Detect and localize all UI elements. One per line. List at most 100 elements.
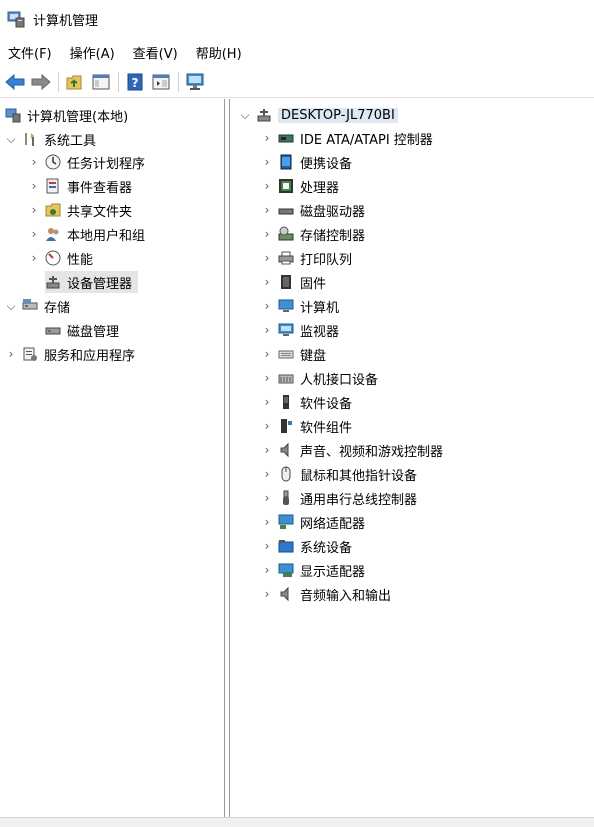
device-category[interactable]: › 便携设备 <box>260 151 352 173</box>
device-category[interactable]: › 固件 <box>260 271 326 293</box>
tree-item-shared-folders[interactable]: › 共享文件夹 <box>27 199 132 221</box>
device-category-label: 处理器 <box>300 180 340 196</box>
console-tree-pane[interactable]: 计算机管理(本地) ⌵ 系统工具 › 任务计划程序 › 事件查看器 › 共享文件… <box>0 99 225 817</box>
show-hide-action-pane-icon[interactable] <box>150 71 172 93</box>
device-category-label: 软件组件 <box>300 420 353 436</box>
chevron-right-icon[interactable]: › <box>27 179 41 193</box>
chevron-right-icon[interactable]: › <box>260 347 274 361</box>
device-category-label: 打印队列 <box>300 252 353 268</box>
tree-item-services-apps[interactable]: › 服务和应用程序 <box>4 343 135 365</box>
chevron-right-icon[interactable]: › <box>260 443 274 457</box>
device-category[interactable]: › 键盘 <box>260 343 326 365</box>
tree-item-root[interactable]: 计算机管理(本地) <box>5 104 128 126</box>
monitor-icon <box>278 322 294 338</box>
device-category[interactable]: › 声音、视频和游戏控制器 <box>260 439 443 461</box>
back-arrow-icon[interactable] <box>4 71 26 93</box>
hid-icon <box>278 370 294 386</box>
tree-item-device-manager[interactable]: 设备管理器 <box>45 271 139 293</box>
menu-action[interactable]: 操作(A) <box>70 43 115 62</box>
device-category[interactable]: › IDE ATA/ATAPI 控制器 <box>260 127 433 149</box>
tree-item-local-users[interactable]: › 本地用户和组 <box>27 223 145 245</box>
device-category-label: 音频输入和输出 <box>300 588 392 604</box>
chevron-right-icon[interactable]: › <box>260 299 274 313</box>
device-category[interactable]: › 鼠标和其他指针设备 <box>260 463 417 485</box>
chevron-right-icon[interactable]: › <box>260 563 274 577</box>
device-category[interactable]: › 打印队列 <box>260 247 352 269</box>
storage-controller-icon <box>278 226 294 242</box>
computer-management-icon <box>7 10 25 28</box>
help-icon[interactable]: ? <box>124 71 146 93</box>
shared-folder-icon <box>45 202 61 218</box>
device-category[interactable]: › 计算机 <box>260 295 339 317</box>
chevron-right-icon[interactable]: › <box>260 227 274 241</box>
event-viewer-icon <box>45 178 61 194</box>
chevron-right-icon[interactable]: › <box>260 395 274 409</box>
tree-item-storage[interactable]: ⌵ 存储 <box>4 295 70 317</box>
chevron-right-icon[interactable]: › <box>260 251 274 265</box>
chevron-right-icon[interactable]: › <box>260 371 274 385</box>
services-icon <box>22 346 38 362</box>
device-category-label: 存储控制器 <box>300 228 366 244</box>
device-category[interactable]: › 音频输入和输出 <box>260 583 391 605</box>
show-hide-tree-icon[interactable] <box>90 71 112 93</box>
chevron-down-icon[interactable]: ⌵ <box>238 108 252 122</box>
device-category[interactable]: › 监视器 <box>260 319 339 341</box>
chevron-right-icon[interactable]: › <box>260 275 274 289</box>
tree-item-event-viewer[interactable]: › 事件查看器 <box>27 175 132 197</box>
menu-help[interactable]: 帮助(H) <box>196 43 242 62</box>
chevron-down-icon[interactable]: ⌵ <box>4 299 18 313</box>
device-category-label: IDE ATA/ATAPI 控制器 <box>300 132 433 148</box>
tree-item-system-tools[interactable]: ⌵ 系统工具 <box>4 128 96 150</box>
chevron-right-icon[interactable]: › <box>260 491 274 505</box>
chevron-right-icon[interactable]: › <box>260 179 274 193</box>
device-category[interactable]: › 通用串行总线控制器 <box>260 487 417 509</box>
portable-device-icon <box>278 154 294 170</box>
chevron-down-icon[interactable]: ⌵ <box>4 132 18 146</box>
chevron-right-icon[interactable]: › <box>260 131 274 145</box>
storage-icon <box>22 298 38 314</box>
tree-root-label: 计算机管理(本地) <box>27 109 129 125</box>
performance-icon <box>45 250 61 266</box>
monitor-icon[interactable] <box>184 71 206 93</box>
chevron-right-icon[interactable]: › <box>260 515 274 529</box>
device-category[interactable]: › 磁盘驱动器 <box>260 199 365 221</box>
device-category[interactable]: › 存储控制器 <box>260 223 365 245</box>
chevron-right-icon[interactable]: › <box>27 227 41 241</box>
chevron-right-icon[interactable]: › <box>27 251 41 265</box>
clock-icon <box>45 154 61 170</box>
usb-icon <box>278 490 294 506</box>
device-category[interactable]: › 系统设备 <box>260 535 352 557</box>
device-category[interactable]: › 人机接口设备 <box>260 367 378 389</box>
status-bar <box>0 817 594 827</box>
forward-arrow-icon[interactable] <box>30 71 52 93</box>
chevron-right-icon[interactable]: › <box>260 539 274 553</box>
chevron-right-icon[interactable]: › <box>4 347 18 361</box>
tree-item-task-scheduler[interactable]: › 任务计划程序 <box>27 151 145 173</box>
host-name: DESKTOP-JL770BI <box>278 107 398 123</box>
device-tree-host[interactable]: ⌵ DESKTOP-JL770BI <box>238 104 398 126</box>
disk-drive-icon <box>278 202 294 218</box>
device-category-label: 显示适配器 <box>300 564 366 580</box>
device-category[interactable]: › 处理器 <box>260 175 339 197</box>
menu-view[interactable]: 查看(V) <box>133 43 178 62</box>
up-folder-icon[interactable] <box>64 71 86 93</box>
computer-icon <box>278 298 294 314</box>
device-category[interactable]: › 软件设备 <box>260 391 352 413</box>
device-tree-pane[interactable]: ⌵ DESKTOP-JL770BI › IDE ATA/ATAPI 控制器 › … <box>229 99 594 817</box>
chevron-right-icon[interactable]: › <box>27 203 41 217</box>
tree-item-performance[interactable]: › 性能 <box>27 247 93 269</box>
chevron-right-icon[interactable]: › <box>260 155 274 169</box>
device-category[interactable]: › 软件组件 <box>260 415 352 437</box>
device-category[interactable]: › 显示适配器 <box>260 559 365 581</box>
tree-item-disk-management[interactable]: 磁盘管理 <box>45 319 119 341</box>
chevron-right-icon[interactable]: › <box>260 467 274 481</box>
chevron-right-icon[interactable]: › <box>260 203 274 217</box>
firmware-icon <box>278 274 294 290</box>
device-category[interactable]: › 网络适配器 <box>260 511 365 533</box>
chevron-right-icon[interactable]: › <box>260 419 274 433</box>
chevron-right-icon[interactable]: › <box>260 587 274 601</box>
chevron-right-icon[interactable]: › <box>27 155 41 169</box>
menu-file[interactable]: 文件(F) <box>8 43 52 62</box>
device-category-label: 监视器 <box>300 324 340 340</box>
chevron-right-icon[interactable]: › <box>260 323 274 337</box>
